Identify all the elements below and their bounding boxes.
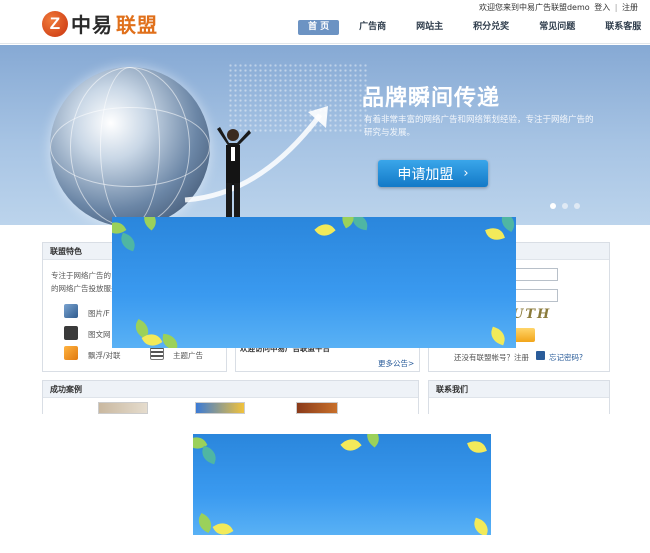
image-ad-icon <box>64 304 78 318</box>
link-separator: | <box>614 3 618 12</box>
banner-subtext: 有着非常丰富的网络广告和网络策划经验，专注于网络广告的研究与发展。 <box>364 115 594 138</box>
theme-ad-icon <box>150 346 164 360</box>
login-link[interactable]: 登入 <box>594 3 610 12</box>
top-links: 欢迎您来到中易广告联盟demo 登入 | 注册 <box>477 2 638 13</box>
register-prompt-link[interactable]: 还没有联盟帐号？注册 <box>454 352 529 363</box>
feature-image-ad[interactable]: 图片/F <box>88 308 110 319</box>
slide-dot[interactable] <box>550 203 556 209</box>
cases-title: 成功案例 <box>43 381 418 398</box>
slide-dot[interactable] <box>574 203 580 209</box>
help-icon <box>536 351 545 360</box>
nav-faq[interactable]: 常见问题 <box>529 20 585 35</box>
leaf-decoration <box>467 437 487 457</box>
businessman-graphic <box>217 127 251 225</box>
features-intro-line2: 的网络广告投放服务 <box>51 284 119 293</box>
leaf-decoration <box>362 434 384 448</box>
forgot-password-link[interactable]: 忘记密码? <box>549 352 583 363</box>
rich-media-icon <box>64 326 78 340</box>
bottom-floating-ad[interactable] <box>193 434 491 535</box>
logo-text-accent: 联盟 <box>116 13 158 37</box>
leaf-decoration <box>488 326 508 346</box>
chevron-right-icon: › <box>463 166 469 181</box>
case-thumbnail[interactable] <box>296 402 338 414</box>
leaf-decoration <box>485 224 505 244</box>
contact-title: 联系我们 <box>429 381 609 398</box>
slide-dot[interactable] <box>562 203 568 209</box>
leaf-decoration <box>471 517 491 535</box>
logo-text-primary: 中易 <box>71 13 113 37</box>
contact-panel: 联系我们 <box>428 380 610 414</box>
feature-text-image-ad[interactable]: 图文网 <box>88 329 111 340</box>
leaf-decoration <box>340 434 362 456</box>
leaf-decoration <box>199 445 219 465</box>
leaf-decoration <box>118 232 138 252</box>
nav-home[interactable]: 首 页 <box>298 20 340 35</box>
case-thumbnail[interactable] <box>195 402 245 414</box>
nav-points[interactable]: 积分兑奖 <box>463 20 519 35</box>
case-thumbnail[interactable] <box>98 402 148 414</box>
register-link[interactable]: 注册 <box>622 3 638 12</box>
main-nav: 首 页 广告商 网站主 积分兑奖 常见问题 联系客服 <box>298 20 650 35</box>
feature-theme-ad[interactable]: 主题广告 <box>173 350 203 361</box>
nav-support[interactable]: 联系客服 <box>595 20 650 35</box>
more-notices-link[interactable]: 更多公告> <box>378 358 414 369</box>
welcome-text: 欢迎您来到中易广告联盟demo <box>478 3 590 12</box>
feature-float-ad[interactable]: 飘浮/对联 <box>88 350 121 361</box>
leaf-decoration <box>194 512 216 534</box>
nav-webmaster[interactable]: 网站主 <box>406 20 453 35</box>
features-intro-line1: 专注于网络广告的 <box>51 271 111 280</box>
logo-mark-icon: Z <box>42 10 68 37</box>
leaf-decoration <box>212 518 234 535</box>
arrow-graphic <box>184 106 328 203</box>
leaf-decoration <box>314 219 336 241</box>
nav-advertiser[interactable]: 广告商 <box>349 20 396 35</box>
float-ad-icon <box>64 346 78 360</box>
leaf-decoration <box>139 217 161 231</box>
floating-ad-banner[interactable] <box>112 217 516 348</box>
site-logo[interactable]: Z 中易 联盟 <box>42 9 158 38</box>
banner-headline: 品牌瞬间传递 <box>362 86 501 111</box>
login-button[interactable] <box>513 328 535 342</box>
captcha-image: UTH <box>512 307 552 322</box>
apply-join-label: 申请加盟 <box>397 166 454 183</box>
slide-indicators <box>550 203 580 209</box>
leaf-decoration <box>160 333 180 348</box>
apply-join-button[interactable]: 申请加盟 › <box>378 160 488 187</box>
